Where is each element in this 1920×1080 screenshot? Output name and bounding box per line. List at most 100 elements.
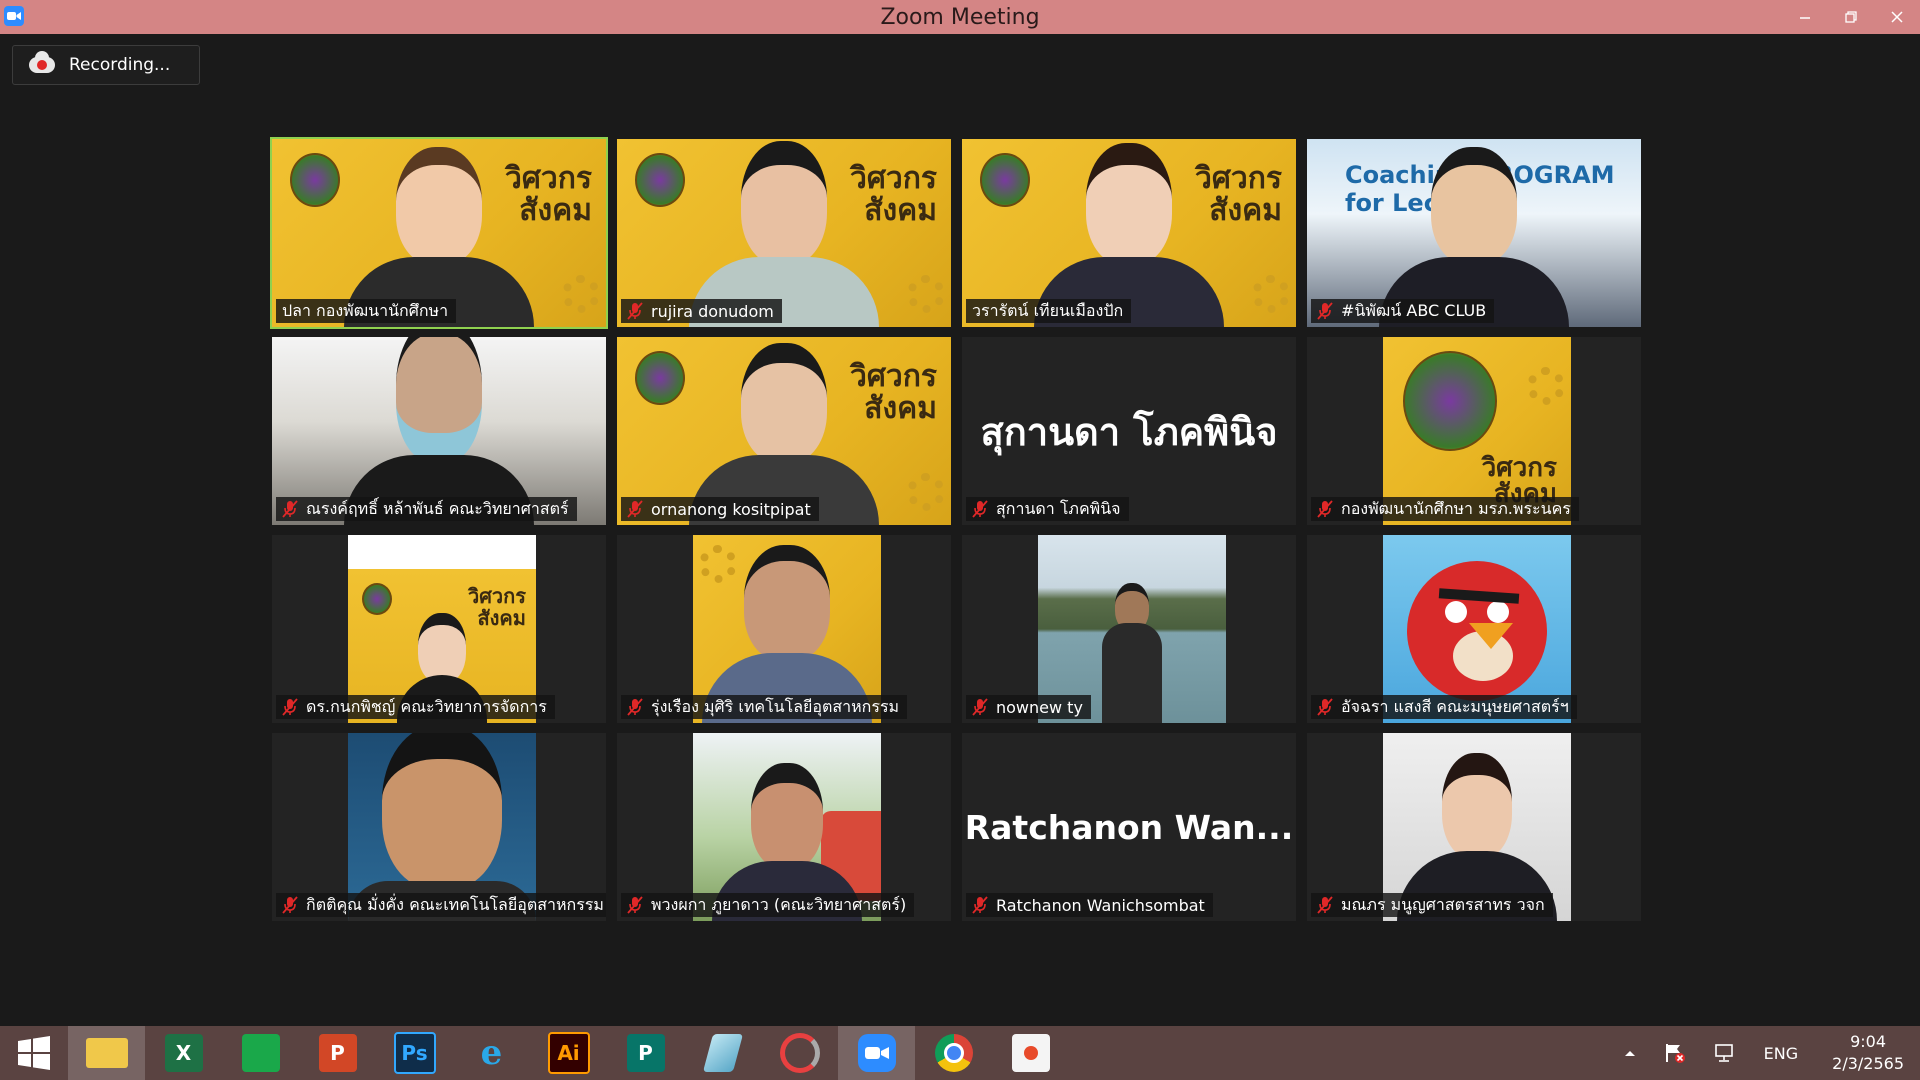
internet-explorer-icon: e [480,1033,503,1073]
window-title: Zoom Meeting [880,4,1040,30]
participant-name-label: #นิพัฒน์ ABC CLUB [1311,299,1495,323]
presentation-icon [1011,1034,1050,1072]
participant-name: ณรงค์ฤทธิ์ หล้าพันธ์ คณะวิทยาศาสตร์ [306,498,569,518]
muted-mic-icon [1317,302,1333,320]
action-center-flag[interactable] [1650,1042,1700,1064]
taskbar-chrome[interactable] [915,1026,992,1080]
taskbar-store[interactable] [222,1026,299,1080]
windows-logo-icon [18,1036,50,1070]
muted-mic-icon [627,302,643,320]
participant-name-label: กองพัฒนานักศึกษา มรภ.พระนคร [1311,497,1579,521]
participant-tile[interactable]: วิศวกร สังคม วรารัตน์ เทียนเมืองปัก [962,139,1296,327]
muted-mic-icon [282,698,298,716]
show-hidden-icons-button[interactable] [1610,1049,1650,1057]
participant-name-label: ดร.กนกพิชญ์ คณะวิทยาการจัดการ [276,695,555,719]
start-button[interactable] [0,1026,68,1080]
restore-icon [1845,11,1857,23]
taskbar-publisher[interactable]: P [607,1026,684,1080]
muted-mic-icon [972,500,988,518]
photoscape-icon [779,1033,820,1073]
participant-tile[interactable]: อัจฉรา แสงสี คณะมนุษยศาสตร์ฯ [1307,535,1641,723]
participant-name-label: rujira donudom [621,299,782,323]
participant-tile[interactable]: Ratchanon Wan... Ratchanon Wanichsombat [962,733,1296,921]
participant-name-label: วรารัตน์ เทียนเมืองปัก [966,299,1132,323]
recording-indicator[interactable]: Recording... [12,45,200,85]
flag-alert-icon [1665,1044,1685,1063]
input-language-indicator[interactable]: ENG [1750,1044,1812,1063]
taskbar-internet-explorer[interactable]: e [453,1026,530,1080]
participant-tile[interactable]: nownew ty [962,535,1296,723]
muted-mic-icon [1317,698,1333,716]
restore-button[interactable] [1828,0,1874,34]
participant-tile[interactable]: วิศวกร สังคม กองพัฒนานักศึกษา มรภ.พระนคร [1307,337,1641,525]
muted-mic-icon [282,500,298,518]
taskbar-illustrator[interactable]: Ai [530,1026,607,1080]
participant-tile[interactable]: วิศวกร สังคม rujira donudom [617,139,951,327]
close-button[interactable] [1874,0,1920,34]
participant-name-label: รุ่งเรือง มุศิริ เทคโนโลยีอุตสาหกรรม [621,695,908,719]
participant-name: วรารัตน์ เทียนเมืองปัก [972,300,1124,320]
taskbar-photoshop[interactable]: Ps [376,1026,453,1080]
participant-name-label: ปลา กองพัฒนานักศึกษา [276,299,457,323]
taskbar: X P Ps e Ai P ENG 9:04 2/3/2565 [0,1026,1920,1080]
participant-tile[interactable]: พวงผกา ภูยาดาว (คณะวิทยาศาสตร์) [617,733,951,921]
powerpoint-icon: P [318,1034,357,1072]
participant-tile[interactable]: กิตติคุณ มั่งคั่ง คณะเทคโนโลยีอุตสาหกรรม [272,733,606,921]
illustrator-icon: Ai [547,1032,590,1074]
participant-name-label: ณรงค์ฤทธิ์ หล้าพันธ์ คณะวิทยาศาสตร์ [276,497,577,521]
participant-name: อัจฉรา แสงสี คณะมนุษยศาสตร์ฯ [1341,696,1569,716]
participant-name-label: อัจฉรา แสงสี คณะมนุษยศาสตร์ฯ [1311,695,1577,719]
participant-tile[interactable]: มณภร มนูญศาสตรสาทร วจก [1307,733,1641,921]
muted-mic-icon [1317,896,1333,914]
participant-name: สุกานดา โภคพินิจ [996,498,1121,518]
participant-tile[interactable]: Coaching PROGRAM for Lecturer #นิพัฒน์ A… [1307,139,1641,327]
cloud-recording-icon [29,51,55,75]
taskbar-zoom[interactable] [838,1026,915,1080]
taskbar-file-explorer[interactable] [68,1026,145,1080]
chevron-up-icon [1624,1051,1635,1056]
participant-name: พวงผกา ภูยาดาว (คณะวิทยาศาสตร์) [651,894,907,914]
participant-name-label: มณภร มนูญศาสตรสาทร วจก [1311,893,1553,917]
participant-tile[interactable]: วิศวกร สังคม ornanong kositpipat [617,337,951,525]
participant-name-label: กิตติคุณ มั่งคั่ง คณะเทคโนโลยีอุตสาหกรรม [276,893,606,917]
participant-name: ornanong kositpipat [651,499,811,519]
zoom-icon [857,1034,896,1072]
taskbar-excel[interactable]: X [145,1026,222,1080]
eraser-icon [702,1034,743,1072]
taskbar-powerpoint[interactable]: P [299,1026,376,1080]
muted-mic-icon [627,500,643,518]
publisher-icon: P [626,1034,665,1072]
participant-name-label: ornanong kositpipat [621,497,819,521]
title-bar[interactable]: Zoom Meeting [0,0,1920,34]
participant-tile[interactable]: วิศวกร สังคม ปลา กองพัฒนานักศึกษา [270,137,608,329]
participant-tile[interactable]: สุกานดา โภคพินิจ สุกานดา โภคพินิจ [962,337,1296,525]
participant-tile[interactable]: ณรงค์ฤทธิ์ หล้าพันธ์ คณะวิทยาศาสตร์ [272,337,606,525]
participant-name: รุ่งเรือง มุศิริ เทคโนโลยีอุตสาหกรรม [651,696,900,716]
photoshop-icon: Ps [393,1032,436,1074]
chrome-icon [934,1034,973,1072]
store-bag-icon [241,1034,280,1072]
muted-mic-icon [627,698,643,716]
participant-name-label: Ratchanon Wanichsombat [966,893,1213,917]
participant-name: Ratchanon Wanichsombat [996,895,1205,915]
muted-mic-icon [1317,500,1333,518]
taskbar-clock[interactable]: 9:04 2/3/2565 [1812,1031,1920,1075]
zoom-app-icon [4,6,24,26]
participant-name-label: พวงผกา ภูยาดาว (คณะวิทยาศาสตร์) [621,893,915,917]
folder-icon [85,1038,128,1068]
taskbar-presentation-app[interactable] [992,1026,1069,1080]
minimize-button[interactable] [1782,0,1828,34]
participant-name-label: สุกานดา โภคพินิจ [966,497,1129,521]
participant-name: ปลา กองพัฒนานักศึกษา [282,300,449,320]
participant-name: ดร.กนกพิชญ์ คณะวิทยาการจัดการ [306,696,547,716]
muted-mic-icon [282,896,298,914]
minimize-icon [1800,17,1810,19]
clock-date: 2/3/2565 [1832,1054,1904,1073]
participant-tile[interactable]: รุ่งเรือง มุศิริ เทคโนโลยีอุตสาหกรรม [617,535,951,723]
network-button[interactable] [1700,1043,1750,1063]
muted-mic-icon [627,896,643,914]
participant-tile[interactable]: วิศวกร สังคม ดร.กนกพิชญ์ คณะวิทยาการจัดกา… [272,535,606,723]
taskbar-eraser-app[interactable] [684,1026,761,1080]
taskbar-photoscape[interactable] [761,1026,838,1080]
participant-name: กิตติคุณ มั่งคั่ง คณะเทคโนโลยีอุตสาหกรรม [306,894,604,914]
